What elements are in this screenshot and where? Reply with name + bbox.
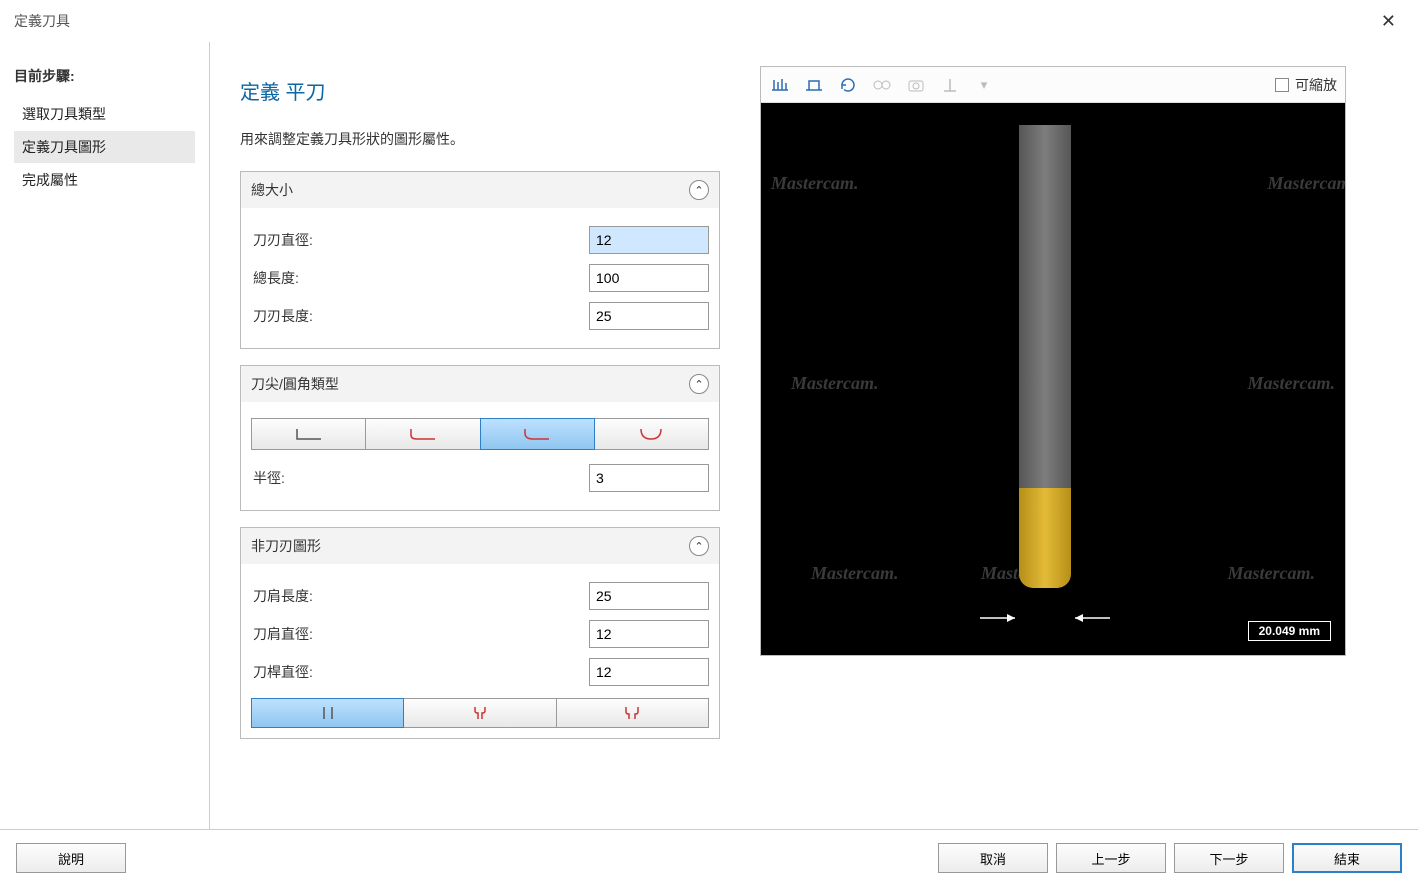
page-heading: 定義 平刀: [240, 76, 720, 105]
chevron-up-icon: ⌃: [694, 540, 703, 553]
overall-length-label: 總長度:: [251, 268, 589, 288]
panel-nonflute: 非刀刃圖形 ⌃ 刀肩長度: 刀肩直徑:: [240, 527, 720, 739]
preview-toolbar: ▾ 可縮放: [761, 67, 1345, 103]
tip-type-selector: [251, 418, 709, 450]
tip-corner-radius-icon: [519, 425, 555, 443]
panel-overall-size: 總大小 ⌃ 刀刃直徑: 總長度: 刀刃長: [240, 171, 720, 349]
panel-header-tip: 刀尖/圓角類型 ⌃: [241, 366, 719, 402]
shank-diameter-input[interactable]: [589, 658, 709, 686]
finish-button[interactable]: 結束: [1292, 843, 1402, 873]
chevron-up-icon: ⌃: [694, 184, 703, 197]
tip-type-chamfer[interactable]: [365, 418, 480, 450]
zoomable-label: 可縮放: [1295, 75, 1337, 95]
preview-align-icon: [939, 74, 961, 96]
next-button[interactable]: 下一步: [1174, 843, 1284, 873]
preview-view-side-icon[interactable]: [803, 74, 825, 96]
shank-straight-icon: [310, 704, 346, 722]
sidebar: 目前步驟: 選取刀具類型 定義刀具圖形 完成屬性: [0, 42, 210, 829]
tip-radius-input[interactable]: [589, 464, 709, 492]
tip-ball-icon: [633, 425, 669, 443]
window-title: 定義刀具: [14, 11, 70, 31]
chevron-up-icon: ⌃: [694, 378, 703, 391]
preview-canvas[interactable]: Mastercam. Mastercam. Mastercam. Masterc…: [761, 103, 1345, 655]
shank-type-straight[interactable]: [251, 698, 404, 728]
tip-chamfer-icon: [405, 425, 441, 443]
cutter-diameter-input[interactable]: [589, 226, 709, 254]
zoomable-checkbox[interactable]: 可縮放: [1275, 75, 1337, 95]
preview-view-front-icon[interactable]: [769, 74, 791, 96]
preview-panel: ▾ 可縮放 Mastercam. Mastercam. Mastercam. M…: [760, 66, 1346, 656]
shoulder-length-label: 刀肩長度:: [251, 586, 589, 606]
tip-flat-icon: [291, 425, 327, 443]
shoulder-diameter-input[interactable]: [589, 620, 709, 648]
titlebar: 定義刀具 ✕: [0, 0, 1418, 42]
preview-refresh-icon[interactable]: [837, 74, 859, 96]
form-column: 定義 平刀 用來調整定義刀具形狀的圖形屬性。 總大小 ⌃ 刀刃直徑:: [240, 66, 720, 805]
panel-title-tip: 刀尖/圓角類型: [251, 374, 339, 394]
preview-camera-icon: [905, 74, 927, 96]
sidebar-heading: 目前步驟:: [14, 66, 195, 86]
flute-length-label: 刀刃長度:: [251, 306, 589, 326]
checkbox-box-icon: [1275, 78, 1289, 92]
close-icon[interactable]: ✕: [1373, 7, 1404, 36]
help-button[interactable]: 說明: [16, 843, 126, 873]
dimension-arrows-icon: [975, 603, 1115, 633]
shank-type-step[interactable]: [556, 698, 709, 728]
scale-indicator: 20.049 mm: [1248, 621, 1331, 641]
panel-header-overall: 總大小 ⌃: [241, 172, 719, 208]
tip-radius-label: 半徑:: [251, 468, 589, 488]
panel-tip-type: 刀尖/圓角類型 ⌃: [240, 365, 720, 511]
shoulder-diameter-label: 刀肩直徑:: [251, 624, 589, 644]
shank-neck-icon: [462, 704, 498, 722]
sidebar-item-finish-properties[interactable]: 完成屬性: [14, 164, 195, 196]
shank-step-icon: [614, 704, 650, 722]
shank-type-neck-tapered[interactable]: [403, 698, 556, 728]
preview-dropdown-icon: ▾: [973, 74, 995, 96]
sidebar-item-define-tool-shape[interactable]: 定義刀具圖形: [14, 131, 195, 163]
panel-header-nonflute: 非刀刃圖形 ⌃: [241, 528, 719, 564]
cancel-button[interactable]: 取消: [938, 843, 1048, 873]
collapse-toggle-tip[interactable]: ⌃: [689, 374, 709, 394]
shoulder-length-input[interactable]: [589, 582, 709, 610]
overall-length-input[interactable]: [589, 264, 709, 292]
tool-shank-graphic: [1019, 125, 1071, 488]
sidebar-item-select-tool-type[interactable]: 選取刀具類型: [14, 98, 195, 130]
cutter-diameter-label: 刀刃直徑:: [251, 230, 589, 250]
shank-type-selector: [251, 698, 709, 728]
prev-button[interactable]: 上一步: [1056, 843, 1166, 873]
collapse-toggle-nonflute[interactable]: ⌃: [689, 536, 709, 556]
flute-length-input[interactable]: [589, 302, 709, 330]
tip-type-ball[interactable]: [594, 418, 709, 450]
footer: 說明 取消 上一步 下一步 結束: [0, 830, 1418, 886]
content: 定義 平刀 用來調整定義刀具形狀的圖形屬性。 總大小 ⌃ 刀刃直徑:: [210, 42, 1418, 829]
tip-type-corner-radius[interactable]: [480, 418, 595, 450]
main: 目前步驟: 選取刀具類型 定義刀具圖形 完成屬性 定義 平刀 用來調整定義刀具形…: [0, 42, 1418, 830]
panel-title-overall: 總大小: [251, 180, 293, 200]
shank-diameter-label: 刀桿直徑:: [251, 662, 589, 682]
tool-cutter-graphic: [1019, 488, 1071, 588]
tip-type-flat[interactable]: [251, 418, 366, 450]
panel-title-nonflute: 非刀刃圖形: [251, 536, 321, 556]
collapse-toggle-overall[interactable]: ⌃: [689, 180, 709, 200]
preview-link-icon: [871, 74, 893, 96]
page-description: 用來調整定義刀具形狀的圖形屬性。: [240, 129, 720, 149]
